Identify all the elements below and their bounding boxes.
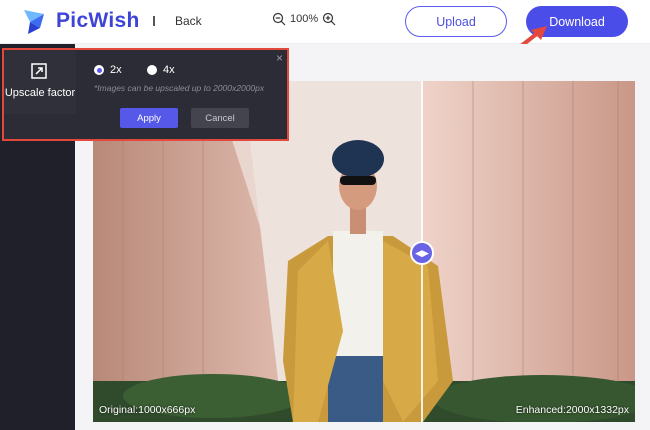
enhanced-size-label: Enhanced:2000x1332px [515,404,629,416]
apply-button[interactable]: Apply [120,108,178,128]
upscale-tool-tab[interactable]: Upscale factor [4,50,76,114]
zoom-level: 100% [290,13,319,25]
expand-icon [31,63,47,79]
upscale-note: *Images can be upscaled up to 2000x2000p… [94,83,265,93]
option-2x[interactable]: 2x [94,64,122,76]
option-4x[interactable]: 4x [147,64,175,76]
compare-slider-handle[interactable]: ◀▶ [410,241,434,265]
upscale-factor-panel: Upscale factor × 2x 4x *Images can be up… [2,48,289,141]
brand-name: PicWish [56,9,140,32]
cancel-button[interactable]: Cancel [191,108,249,128]
original-size-label: Original:1000x666px [99,404,196,416]
back-link[interactable]: Back [175,14,202,28]
app-window: PicWish Back 100% Upload Download ◀▶ Ori… [0,0,650,430]
picwish-logo-icon [24,10,44,34]
option-4x-label: 4x [163,64,175,76]
close-icon[interactable]: × [276,51,283,65]
header-separator [153,16,155,26]
radio-2x[interactable] [94,65,104,75]
left-right-arrows-icon: ◀▶ [415,247,429,258]
zoom-out-icon[interactable] [272,12,286,26]
zoom-control: 100% [272,12,336,26]
radio-4x[interactable] [147,65,157,75]
upload-button[interactable]: Upload [405,6,507,37]
option-2x-label: 2x [110,64,122,76]
upscale-factor-label: Upscale factor [4,87,76,99]
zoom-in-icon[interactable] [322,12,336,26]
